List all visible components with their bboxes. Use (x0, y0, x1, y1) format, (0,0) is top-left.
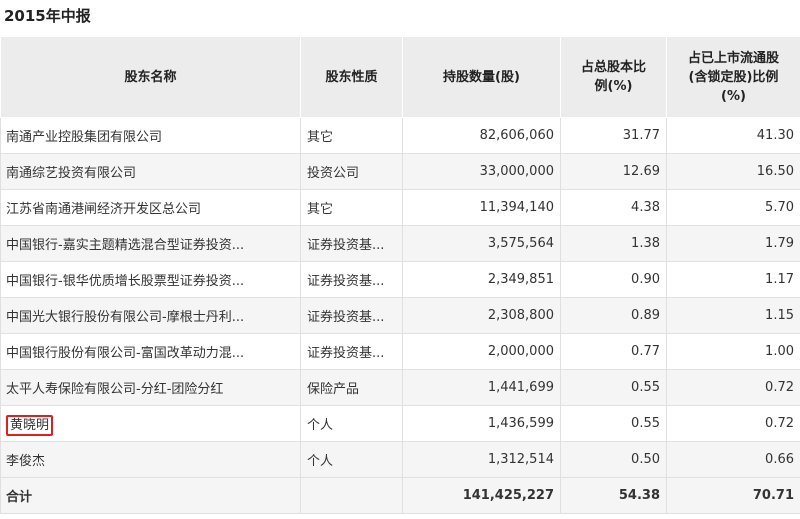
cell-shares: 2,308,800 (402, 297, 561, 334)
cell-ratio-total: 0.55 (560, 405, 667, 442)
cell-shares: 33,000,000 (402, 153, 561, 190)
table-row: 中国银行-银华优质增长股票型证券投资... 证券投资基... 2,349,851… (0, 261, 800, 298)
header-ratio-total: 占总股本比例(%) (560, 36, 667, 118)
cell-nature: 保险产品 (300, 369, 403, 406)
shareholder-table: 股东名称 股东性质 持股数量(股) 占总股本比例(%) 占已上市流通股(含锁定股… (0, 36, 800, 514)
header-name: 股东名称 (0, 36, 301, 118)
cell-name: 南通产业控股集团有限公司 (0, 117, 301, 154)
total-shares: 141,425,227 (402, 477, 561, 514)
cell-ratio-float: 1.79 (666, 225, 800, 262)
cell-name: 中国光大银行股份有限公司-摩根士丹利... (0, 297, 301, 334)
cell-ratio-float: 1.17 (666, 261, 800, 298)
cell-shares: 11,394,140 (402, 189, 561, 226)
cell-name: 南通综艺投资有限公司 (0, 153, 301, 190)
table-row: 李俊杰 个人 1,312,514 0.50 0.66 (0, 441, 800, 478)
table-row: 黄晓明 个人 1,436,599 0.55 0.72 (0, 405, 800, 442)
table-row: 太平人寿保险有限公司-分红-团险分红 保险产品 1,441,699 0.55 0… (0, 369, 800, 406)
cell-name: 太平人寿保险有限公司-分红-团险分红 (0, 369, 301, 406)
cell-ratio-total: 0.77 (560, 333, 667, 370)
cell-nature: 证券投资基... (300, 333, 403, 370)
cell-ratio-float: 5.70 (666, 189, 800, 226)
header-ratio-float: 占已上市流通股(含锁定股)比例(%) (666, 36, 800, 118)
cell-shares: 82,606,060 (402, 117, 561, 154)
cell-nature: 证券投资基... (300, 297, 403, 334)
cell-ratio-total: 0.55 (560, 369, 667, 406)
cell-nature: 个人 (300, 405, 403, 442)
highlighted-name: 黄晓明 (6, 415, 54, 436)
header-shares: 持股数量(股) (402, 36, 561, 118)
cell-ratio-float: 41.30 (666, 117, 800, 154)
table-row: 中国银行股份有限公司-富国改革动力混... 证券投资基... 2,000,000… (0, 333, 800, 370)
table-row: 南通综艺投资有限公司 投资公司 33,000,000 12.69 16.50 (0, 153, 800, 190)
cell-ratio-float: 0.66 (666, 441, 800, 478)
cell-shares: 1,436,599 (402, 405, 561, 442)
cell-nature: 个人 (300, 441, 403, 478)
cell-shares: 2,349,851 (402, 261, 561, 298)
cell-name: 中国银行股份有限公司-富国改革动力混... (0, 333, 301, 370)
cell-name: 中国银行-嘉实主题精选混合型证券投资... (0, 225, 301, 262)
table-row: 南通产业控股集团有限公司 其它 82,606,060 31.77 41.30 (0, 117, 800, 154)
cell-nature: 其它 (300, 117, 403, 154)
cell-ratio-total: 12.69 (560, 153, 667, 190)
report-title: 2015年中报 (4, 7, 91, 25)
cell-nature: 其它 (300, 189, 403, 226)
cell-ratio-float: 1.00 (666, 333, 800, 370)
total-ratio-float: 70.71 (666, 477, 800, 514)
table-row: 中国银行-嘉实主题精选混合型证券投资... 证券投资基... 3,575,564… (0, 225, 800, 262)
cell-nature: 证券投资基... (300, 261, 403, 298)
cell-nature: 证券投资基... (300, 225, 403, 262)
cell-ratio-float: 1.15 (666, 297, 800, 334)
cell-ratio-total: 1.38 (560, 225, 667, 262)
cell-name: 黄晓明 (0, 405, 301, 442)
cell-name: 中国银行-银华优质增长股票型证券投资... (0, 261, 301, 298)
cell-shares: 2,000,000 (402, 333, 561, 370)
cell-ratio-total: 31.77 (560, 117, 667, 154)
cell-ratio-float: 16.50 (666, 153, 800, 190)
cell-ratio-float: 0.72 (666, 405, 800, 442)
cell-ratio-total: 0.89 (560, 297, 667, 334)
table-header-row: 股东名称 股东性质 持股数量(股) 占总股本比例(%) 占已上市流通股(含锁定股… (0, 36, 800, 118)
total-label: 合计 (0, 477, 301, 514)
cell-shares: 1,312,514 (402, 441, 561, 478)
cell-shares: 3,575,564 (402, 225, 561, 262)
header-nature: 股东性质 (300, 36, 403, 118)
total-nature-empty (300, 477, 403, 514)
table-row: 中国光大银行股份有限公司-摩根士丹利... 证券投资基... 2,308,800… (0, 297, 800, 334)
total-row: 合计 141,425,227 54.38 70.71 (0, 477, 800, 514)
cell-name: 江苏省南通港闸经济开发区总公司 (0, 189, 301, 226)
cell-name: 李俊杰 (0, 441, 301, 478)
cell-ratio-total: 0.90 (560, 261, 667, 298)
total-ratio-total: 54.38 (560, 477, 667, 514)
cell-shares: 1,441,699 (402, 369, 561, 406)
cell-nature: 投资公司 (300, 153, 403, 190)
cell-ratio-total: 4.38 (560, 189, 667, 226)
cell-ratio-float: 0.72 (666, 369, 800, 406)
cell-ratio-total: 0.50 (560, 441, 667, 478)
table-row: 江苏省南通港闸经济开发区总公司 其它 11,394,140 4.38 5.70 (0, 189, 800, 226)
